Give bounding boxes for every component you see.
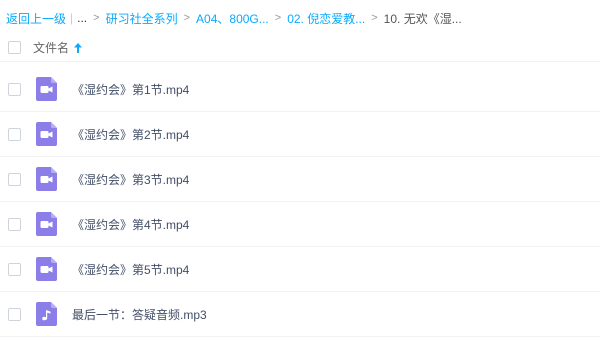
- breadcrumb-current: 10. 无欢《湿...: [383, 11, 462, 26]
- breadcrumb-item[interactable]: 研习社全系列: [106, 10, 178, 27]
- sort-ascending-icon: [74, 42, 83, 53]
- breadcrumb-separator: >: [93, 12, 100, 24]
- file-name[interactable]: 《湿约会》第3节.mp4: [72, 171, 189, 188]
- file-name[interactable]: 《湿约会》第2节.mp4: [72, 126, 189, 143]
- breadcrumb-ellipsis[interactable]: ...: [77, 11, 87, 25]
- video-file-icon: [36, 167, 57, 191]
- breadcrumb-separator: >: [183, 12, 191, 24]
- file-name[interactable]: 《湿约会》第5节.mp4: [72, 261, 189, 278]
- row-checkbox[interactable]: [8, 128, 21, 141]
- breadcrumb-item[interactable]: 02. 倪恋爱教...: [287, 10, 365, 27]
- name-column-header[interactable]: 文件名: [33, 39, 83, 56]
- row-checkbox[interactable]: [8, 263, 21, 276]
- video-file-icon: [36, 77, 57, 101]
- breadcrumb-divider: |: [70, 11, 74, 25]
- file-row[interactable]: 《湿约会》第3节.mp4: [0, 157, 600, 202]
- breadcrumb-separator: >: [371, 12, 378, 24]
- back-link[interactable]: 返回上一级: [6, 10, 66, 27]
- video-file-icon: [36, 122, 57, 146]
- name-column-label: 文件名: [33, 41, 70, 55]
- file-name[interactable]: 《湿约会》第1节.mp4: [72, 81, 189, 98]
- file-row[interactable]: 《湿约会》第1节.mp4: [0, 67, 600, 112]
- audio-file-icon: [36, 302, 57, 326]
- breadcrumb: 返回上一级 | ... > 研习社全系列 > A04、800G... > 02.…: [6, 10, 462, 26]
- breadcrumb-item[interactable]: A04、800G...: [196, 10, 269, 27]
- file-name[interactable]: 最后一节：答疑音频.mp3: [72, 306, 207, 323]
- video-file-icon: [36, 257, 57, 281]
- video-file-icon: [36, 212, 57, 236]
- file-name[interactable]: 《湿约会》第4节.mp4: [72, 216, 189, 233]
- breadcrumb-separator: >: [274, 12, 282, 24]
- row-checkbox[interactable]: [8, 308, 21, 321]
- file-row[interactable]: 《湿约会》第2节.mp4: [0, 112, 600, 157]
- row-checkbox[interactable]: [8, 83, 21, 96]
- select-all-checkbox[interactable]: [8, 41, 21, 54]
- file-row[interactable]: 《湿约会》第4节.mp4: [0, 202, 600, 247]
- file-row[interactable]: 最后一节：答疑音频.mp3: [0, 292, 600, 337]
- row-checkbox[interactable]: [8, 173, 21, 186]
- file-row[interactable]: 《湿约会》第5节.mp4: [0, 247, 600, 292]
- row-checkbox[interactable]: [8, 218, 21, 231]
- file-list-header: 文件名: [0, 34, 600, 62]
